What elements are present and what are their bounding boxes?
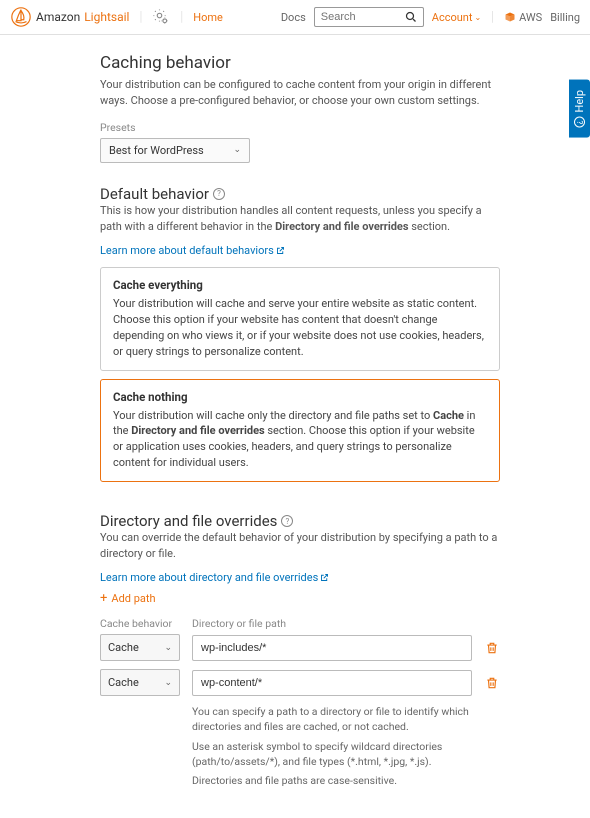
nav-account-label: Account	[432, 11, 473, 24]
behavior-select[interactable]: Cache ⌄	[100, 669, 180, 696]
caching-title: Caching behavior	[100, 53, 500, 73]
default-behavior-title-text: Default behavior	[100, 185, 209, 203]
override-header: Cache behavior Directory or file path	[100, 617, 500, 634]
help-label: Help	[573, 90, 586, 113]
chevron-down-icon: ⌄	[164, 678, 172, 688]
nav-separator: |	[137, 9, 144, 25]
search-icon	[405, 11, 417, 23]
search-input[interactable]	[321, 11, 405, 23]
option-title: Cache nothing	[113, 390, 487, 404]
option-title: Cache everything	[113, 278, 487, 292]
hint-text: You can specify a path to a directory or…	[192, 704, 500, 734]
chevron-down-icon: ⌄	[233, 145, 241, 155]
chevron-down-icon: ⌄	[474, 13, 481, 22]
col-behavior-header: Cache behavior	[100, 617, 180, 630]
trash-icon	[485, 676, 499, 690]
nav-home-link[interactable]: Home	[193, 11, 223, 24]
default-behavior-title: Default behavior ?	[100, 185, 500, 203]
override-hints: You can specify a path to a directory or…	[192, 704, 500, 788]
add-path-button[interactable]: + Add path	[100, 592, 500, 605]
default-behavior-desc: This is how your distribution handles al…	[100, 203, 500, 235]
option-cache-everything[interactable]: Cache everything Your distribution will …	[100, 267, 500, 371]
override-row: Cache ⌄	[100, 634, 500, 661]
col-path-header: Directory or file path	[192, 617, 468, 630]
learn-more-overrides-link[interactable]: Learn more about directory and file over…	[100, 571, 329, 584]
nav-docs-link[interactable]: Docs	[281, 11, 306, 24]
presets-selected-value: Best for WordPress	[109, 144, 204, 157]
behavior-value: Cache	[108, 641, 139, 654]
search-input-wrap[interactable]	[314, 7, 424, 27]
info-icon[interactable]: ?	[281, 515, 293, 527]
nav-billing-link[interactable]: Billing	[550, 11, 580, 24]
nav-aws-label: AWS	[519, 11, 542, 24]
behavior-value: Cache	[108, 676, 139, 689]
nav-separator: |	[489, 9, 496, 25]
path-input[interactable]	[192, 670, 472, 696]
external-link-icon	[276, 246, 285, 255]
delete-row-button[interactable]	[484, 675, 500, 691]
external-link-icon	[320, 573, 329, 582]
overrides-desc: You can override the default behavior of…	[100, 530, 500, 562]
override-row: Cache ⌄	[100, 669, 500, 696]
top-nav: Amazon Lightsail | | Home Docs Account ⌄…	[0, 0, 590, 35]
overrides-title-text: Directory and file overrides	[100, 512, 277, 530]
brand-text-amazon: Amazon	[36, 10, 80, 24]
info-icon[interactable]: ?	[213, 188, 225, 200]
nav-right: Docs Account ⌄ | AWS Billing	[281, 7, 580, 27]
nav-separator: |	[178, 9, 185, 25]
override-table: Cache behavior Directory or file path Ca…	[100, 617, 500, 788]
behavior-select[interactable]: Cache ⌄	[100, 634, 180, 661]
overrides-title: Directory and file overrides ?	[100, 512, 500, 530]
option-cache-nothing[interactable]: Cache nothing Your distribution will cac…	[100, 379, 500, 483]
brand-text-lightsail: Lightsail	[84, 10, 129, 24]
caching-desc: Your distribution can be configured to c…	[100, 77, 500, 109]
learn-more-overrides-label: Learn more about directory and file over…	[100, 571, 318, 584]
path-input[interactable]	[192, 635, 472, 661]
chevron-down-icon: ⌄	[164, 643, 172, 653]
aws-box-icon	[504, 11, 516, 23]
add-path-label: Add path	[111, 592, 155, 605]
gear-icon[interactable]	[152, 8, 170, 26]
option-desc: Your distribution will cache and serve y…	[113, 296, 487, 360]
trash-icon	[485, 641, 499, 655]
nav-aws-link[interactable]: AWS	[504, 11, 542, 24]
hint-text: Use an asterisk symbol to specify wildca…	[192, 739, 500, 769]
brand-logo[interactable]: Amazon Lightsail	[10, 6, 129, 28]
main-content: Caching behavior Your distribution can b…	[100, 53, 500, 788]
delete-row-button[interactable]	[484, 640, 500, 656]
presets-select[interactable]: Best for WordPress ⌄	[100, 138, 250, 163]
option-desc: Your distribution will cache only the di…	[113, 408, 487, 472]
lightsail-icon	[10, 6, 32, 28]
nav-account-link[interactable]: Account ⌄	[432, 11, 481, 24]
help-tab[interactable]: ? Help	[569, 80, 590, 138]
hint-text: Directories and file paths are case-sens…	[192, 773, 500, 788]
presets-label: Presets	[100, 121, 500, 134]
plus-icon: +	[100, 592, 107, 605]
help-icon: ?	[574, 117, 585, 128]
learn-more-default-link[interactable]: Learn more about default behaviors	[100, 244, 285, 257]
learn-more-default-label: Learn more about default behaviors	[100, 244, 274, 257]
